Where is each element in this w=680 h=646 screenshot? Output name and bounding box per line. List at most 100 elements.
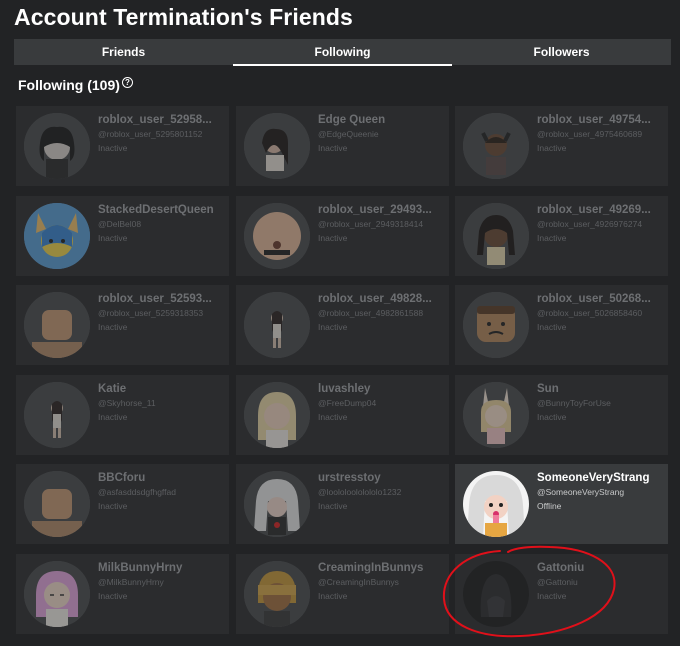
tab-followers[interactable]: Followers [452, 39, 671, 65]
username: @roblox_user_4975460689 [537, 129, 643, 139]
user-info: roblox_user_52593... @roblox_user_5259318… [98, 293, 224, 332]
username: @BunnyToyForUse [537, 397, 611, 408]
user-card[interactable]: urstresstoy @loololoololololo1232 Inactive [236, 464, 449, 544]
display-name[interactable]: roblox_user_49269... [537, 204, 663, 216]
presence-status: Inactive [98, 322, 128, 332]
presence-status: Inactive [98, 501, 128, 511]
user-card[interactable]: luvashley @FreeDump04 Inactive [236, 374, 449, 455]
user-info: luvashley @FreeDump04 Inactive [318, 383, 444, 422]
presence-status: Inactive [318, 232, 348, 243]
avatar[interactable] [24, 560, 90, 627]
display-name[interactable]: roblox_user_29493... [318, 204, 444, 216]
display-name[interactable]: roblox_user_52958... [98, 114, 224, 126]
display-name[interactable]: urstresstoy [318, 472, 444, 484]
user-card[interactable]: roblox_user_52593... @roblox_user_5259318… [16, 285, 229, 365]
display-name[interactable]: StackedDesertQueen [98, 204, 224, 216]
display-name[interactable]: BBCforu [98, 472, 224, 484]
user-info: roblox_user_49828... @roblox_user_4982861… [318, 293, 444, 332]
avatar[interactable] [463, 560, 529, 627]
avatar[interactable] [244, 381, 310, 448]
avatar[interactable] [244, 471, 310, 537]
display-name[interactable]: SomeoneVeryStrang [537, 472, 663, 484]
section-header: Following (109) ? [18, 77, 133, 93]
username: @loololoololololo1232 [318, 487, 402, 497]
username: @roblox_user_4926976274 [537, 218, 643, 229]
avatar[interactable] [244, 113, 310, 179]
avatar[interactable] [24, 471, 90, 537]
username: @EdgeQueenie [318, 129, 379, 139]
username: @MilkBunnyHrny [98, 576, 164, 587]
avatar[interactable] [24, 292, 90, 358]
tab-friends[interactable]: Friends [14, 39, 233, 65]
avatar[interactable] [244, 292, 310, 358]
user-card[interactable]: Sun @BunnyToyForUse Inactive [455, 374, 668, 455]
display-name[interactable]: Gattoniu [537, 562, 663, 574]
username: @Skyhorse_11 [98, 397, 156, 408]
username: @roblox_user_5026858460 [537, 308, 643, 318]
username: @roblox_user_4982861588 [318, 308, 424, 318]
display-name[interactable]: Sun [537, 383, 663, 395]
display-name[interactable]: luvashley [318, 383, 444, 395]
username: @roblox_user_5295801152 [98, 129, 203, 139]
display-name[interactable]: roblox_user_52593... [98, 293, 224, 305]
user-card[interactable]: roblox_user_52958... @roblox_user_5295801… [16, 106, 229, 186]
avatar[interactable] [24, 381, 90, 448]
presence-status: Inactive [537, 590, 567, 601]
avatar[interactable] [24, 202, 90, 269]
user-info: Katie @Skyhorse_11 Inactive [98, 383, 224, 422]
username: @roblox_user_5259318353 [98, 308, 204, 318]
section-title: Following (109) [18, 77, 120, 93]
presence-status: Offline [537, 501, 562, 511]
presence-status: Inactive [318, 143, 348, 153]
user-card[interactable]: Edge Queen @EdgeQueenie Inactive [236, 106, 449, 186]
display-name[interactable]: roblox_user_49754... [537, 114, 663, 126]
tab-following[interactable]: Following [233, 39, 452, 66]
avatar[interactable] [244, 202, 310, 269]
user-info: roblox_user_49754... @roblox_user_4975460… [537, 114, 663, 153]
presence-status: Inactive [537, 322, 567, 332]
avatar[interactable] [463, 202, 529, 269]
avatar[interactable] [463, 381, 529, 448]
display-name[interactable]: roblox_user_49828... [318, 293, 444, 305]
user-card[interactable]: Katie @Skyhorse_11 Inactive [16, 374, 229, 455]
username: @Gattoniu [537, 576, 578, 587]
username: @DelBel08 [98, 218, 142, 229]
user-card[interactable]: roblox_user_49269... @roblox_user_4926976… [455, 195, 668, 276]
user-card[interactable]: roblox_user_29493... @roblox_user_2949318… [236, 195, 449, 276]
page-title: Account Termination's Friends [14, 4, 353, 30]
user-card[interactable]: BBCforu @asfasddsdgfhgffad Inactive [16, 464, 229, 544]
user-info: BBCforu @asfasddsdgfhgffad Inactive [98, 472, 224, 511]
user-card[interactable]: roblox_user_49754... @roblox_user_4975460… [455, 106, 668, 186]
user-info: urstresstoy @loololoololololo1232 Inactive [318, 472, 444, 511]
avatar[interactable] [244, 560, 310, 627]
user-card[interactable]: SomeoneVeryStrang @SomeoneVeryStrang Offli… [455, 464, 668, 544]
display-name[interactable]: Katie [98, 383, 224, 395]
user-card[interactable]: MilkBunnyHrny @MilkBunnyHrny Inactive [16, 553, 229, 634]
username: @asfasddsdgfhgffad [98, 487, 176, 497]
user-info: roblox_user_50268... @roblox_user_5026858… [537, 293, 663, 332]
presence-status: Inactive [318, 501, 348, 511]
avatar[interactable] [463, 471, 529, 537]
username: @CreamingInBunnys [318, 576, 399, 587]
user-info: Edge Queen @EdgeQueenie Inactive [318, 114, 444, 153]
user-card[interactable]: StackedDesertQueen @DelBel08 Inactive [16, 195, 229, 276]
username: @SomeoneVeryStrang [537, 487, 625, 497]
user-info: SomeoneVeryStrang @SomeoneVeryStrang Offli… [537, 472, 663, 511]
display-name[interactable]: roblox_user_50268... [537, 293, 663, 305]
user-card[interactable]: Gattoniu @Gattoniu Inactive [455, 553, 668, 634]
user-card[interactable]: CreamingInBunnys @CreamingInBunnys Inactiv… [236, 553, 449, 634]
user-info: roblox_user_29493... @roblox_user_2949318… [318, 204, 444, 243]
user-card[interactable]: roblox_user_49828... @roblox_user_4982861… [236, 285, 449, 365]
presence-status: Inactive [537, 143, 567, 153]
tab-bar: Friends Following Followers [14, 39, 671, 66]
display-name[interactable]: MilkBunnyHrny [98, 562, 224, 574]
display-name[interactable]: Edge Queen [318, 114, 444, 126]
display-name[interactable]: CreamingInBunnys [318, 562, 444, 574]
user-info: CreamingInBunnys @CreamingInBunnys Inactiv… [318, 562, 444, 601]
presence-status: Inactive [537, 232, 567, 243]
avatar[interactable] [463, 113, 529, 179]
help-icon[interactable]: ? [121, 77, 133, 88]
user-card[interactable]: roblox_user_50268... @roblox_user_5026858… [455, 285, 668, 365]
avatar[interactable] [24, 113, 90, 179]
avatar[interactable] [463, 292, 529, 358]
